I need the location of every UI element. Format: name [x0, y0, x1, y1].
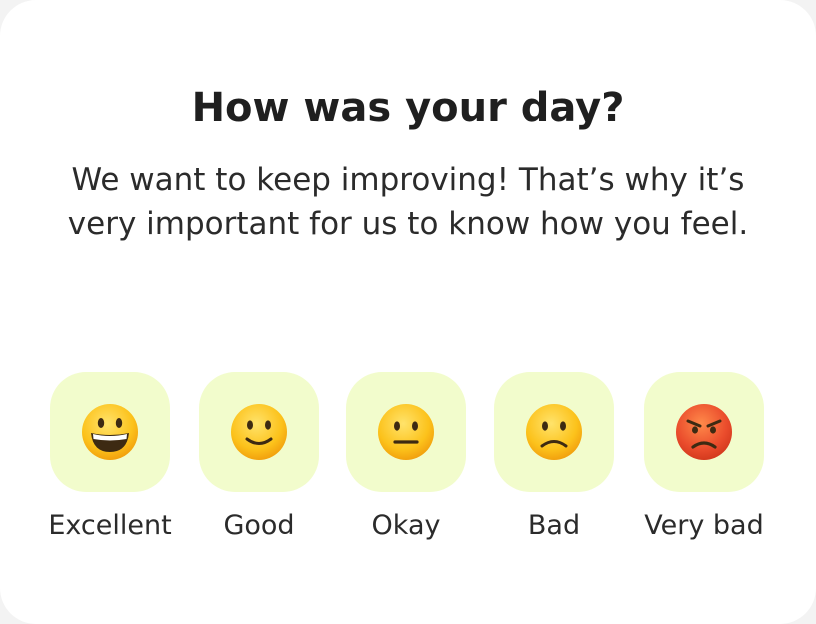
rating-label: Very bad — [644, 510, 764, 541]
rating-tile[interactable] — [199, 372, 319, 492]
rating-option-excellent[interactable]: Excellent — [35, 372, 185, 552]
rating-option-very-bad[interactable]: Very bad — [629, 372, 779, 552]
angry-face-icon — [676, 404, 732, 460]
page-subtitle: We want to keep improving! That’s why it… — [67, 162, 749, 242]
neutral-face-icon — [378, 404, 434, 460]
rating-tile[interactable] — [494, 372, 614, 492]
feedback-card: How was your day? We want to keep improv… — [0, 0, 816, 624]
rating-tile[interactable] — [50, 372, 170, 492]
grinning-face-icon — [82, 404, 138, 460]
rating-tile[interactable] — [644, 372, 764, 492]
rating-tile[interactable] — [346, 372, 466, 492]
rating-options: Excellent Good Okay Bad Very bad — [0, 372, 816, 552]
rating-label: Bad — [527, 510, 581, 541]
rating-option-okay[interactable]: Okay — [331, 372, 481, 552]
slightly-smiling-face-icon — [231, 404, 287, 460]
slightly-frowning-face-icon — [526, 404, 582, 460]
rating-option-good[interactable]: Good — [184, 372, 334, 552]
rating-label: Okay — [371, 510, 441, 541]
rating-label: Excellent — [48, 510, 172, 541]
rating-label: Good — [223, 510, 295, 541]
page-title: How was your day? — [191, 85, 625, 131]
rating-option-bad[interactable]: Bad — [479, 372, 629, 552]
